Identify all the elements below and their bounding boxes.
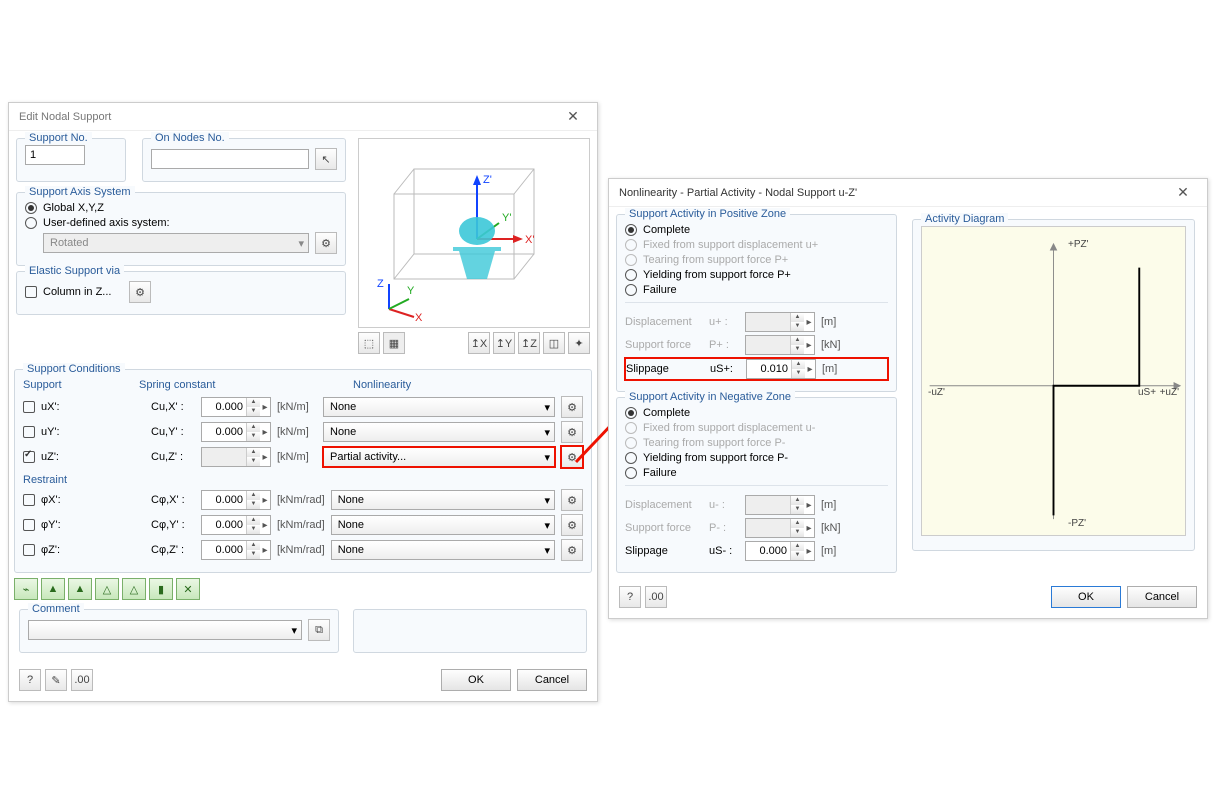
svg-text:X: X	[415, 312, 423, 324]
chk-uz[interactable]	[23, 451, 35, 463]
radio-global[interactable]: Global X,Y,Z	[25, 202, 337, 214]
comment-dropdown[interactable]: ▾	[28, 620, 302, 640]
close-icon[interactable]: ✕	[1165, 184, 1201, 201]
dialog-title: Edit Nodal Support	[19, 111, 111, 123]
r-fixed-n: Fixed from support displacement u-	[625, 422, 888, 434]
r-yield-n[interactable]: Yielding from support force P-	[625, 452, 888, 464]
group-positive: Support Activity in Positive Zone	[625, 208, 790, 220]
spin-disp-p: ▲▼▸	[745, 312, 815, 332]
chk-phiz[interactable]	[23, 544, 35, 556]
pick-nodes-icon[interactable]: ↖	[315, 148, 337, 170]
view-persp-icon[interactable]: ◫	[543, 332, 565, 354]
quick-free-icon[interactable]: ✕	[176, 578, 200, 600]
spin-cphiz[interactable]: ▲▼▸	[201, 540, 271, 560]
r-tear-p: Tearing from support force P+	[625, 254, 888, 266]
group-negative: Support Activity in Negative Zone	[625, 391, 795, 403]
nonlin-phiy-edit-icon[interactable]: ⚙	[561, 514, 583, 536]
quick-pinned-icon[interactable]: ▲	[41, 578, 65, 600]
spin-cphix[interactable]: ▲▼▸	[201, 490, 271, 510]
r-tear-n: Tearing from support force P-	[625, 437, 888, 449]
comment-pick-icon[interactable]: ⧉	[308, 619, 330, 641]
units-icon[interactable]: .00	[645, 586, 667, 608]
quick-pinned2-icon[interactable]: ▲	[68, 578, 92, 600]
chk-phix[interactable]	[23, 494, 35, 506]
group-supportno: Support No.	[25, 132, 92, 144]
r-failure-p[interactable]: Failure	[625, 284, 888, 296]
r-failure-n[interactable]: Failure	[625, 467, 888, 479]
r-complete-p[interactable]: Complete	[625, 224, 888, 236]
quick-wall-icon[interactable]: ▮	[149, 578, 173, 600]
spin-force-p: ▲▼▸	[745, 335, 815, 355]
activity-diagram: +PZ' -PZ' -uZ' +uZ' uS+	[921, 226, 1186, 536]
nonlin-ux-dropdown[interactable]: None▾	[323, 397, 555, 417]
r-complete-n[interactable]: Complete	[625, 407, 888, 419]
view-extra-icon[interactable]: ✦	[568, 332, 590, 354]
spin-slip-p[interactable]: ▲▼▸	[746, 359, 816, 379]
axis-options-icon[interactable]: ⚙	[315, 232, 337, 254]
view-iso-icon[interactable]: ⬚	[358, 332, 380, 354]
group-diagram: Activity Diagram	[921, 213, 1008, 225]
nonlin-phiy-dropdown[interactable]: None▾	[331, 515, 555, 535]
elastic-options-icon[interactable]: ⚙	[129, 281, 151, 303]
quick-roller2-icon[interactable]: △	[122, 578, 146, 600]
quick-type-bar: ⌁ ▲ ▲ △ △ ▮ ✕	[14, 578, 592, 600]
svg-text:Y: Y	[407, 285, 415, 297]
ok-button[interactable]: OK	[1051, 586, 1121, 608]
spin-cuy[interactable]: ▲▼▸	[201, 422, 271, 442]
units-icon[interactable]: .00	[71, 669, 93, 691]
dialog-title: Nonlinearity - Partial Activity - Nodal …	[619, 187, 857, 199]
on-nodes-input[interactable]	[151, 149, 309, 169]
quick-roller-icon[interactable]: △	[95, 578, 119, 600]
group-onnodes: On Nodes No.	[151, 132, 229, 144]
chk-uy[interactable]	[23, 426, 35, 438]
notes-icon[interactable]: ✎	[45, 669, 67, 691]
chk-ux[interactable]	[23, 401, 35, 413]
group-comment: Comment	[28, 603, 84, 615]
quick-spring-icon[interactable]: ⌁	[14, 578, 38, 600]
nonlin-uz-dropdown[interactable]: Partial activity...▾	[323, 447, 555, 467]
nonlin-phiz-dropdown[interactable]: None▾	[331, 540, 555, 560]
r-fixed-p: Fixed from support displacement u+	[625, 239, 888, 251]
spin-cuz: ▲▼▸	[201, 447, 271, 467]
view-y-icon[interactable]: ↥Y	[493, 332, 515, 354]
titlebar-edit-support: Edit Nodal Support ✕	[9, 103, 597, 131]
view-lock-icon[interactable]: ▦	[383, 332, 405, 354]
close-icon[interactable]: ✕	[555, 108, 591, 125]
userdef-dropdown: Rotated▾	[43, 233, 309, 253]
spin-force-n: ▲▼▸	[745, 518, 815, 538]
group-elastic: Elastic Support via	[25, 265, 124, 277]
svg-text:Z': Z'	[483, 174, 492, 186]
chk-column[interactable]	[25, 286, 37, 298]
cancel-button[interactable]: Cancel	[1127, 586, 1197, 608]
svg-text:Z: Z	[377, 278, 384, 290]
ok-button[interactable]: OK	[441, 669, 511, 691]
help-icon[interactable]: ?	[619, 586, 641, 608]
view-z-icon[interactable]: ↥Z	[518, 332, 540, 354]
view-x-icon[interactable]: ↥X	[468, 332, 490, 354]
spin-cux[interactable]: ▲▼▸	[201, 397, 271, 417]
nonlin-phix-edit-icon[interactable]: ⚙	[561, 489, 583, 511]
support-no-input[interactable]	[25, 145, 85, 165]
help-icon[interactable]: ?	[19, 669, 41, 691]
chk-phiy[interactable]	[23, 519, 35, 531]
svg-text:Y': Y'	[502, 212, 511, 224]
group-conditions: Support Conditions	[23, 363, 125, 375]
spin-disp-n: ▲▼▸	[745, 495, 815, 515]
svg-text:X': X'	[525, 234, 534, 246]
nonlin-phix-dropdown[interactable]: None▾	[331, 490, 555, 510]
radio-userdef[interactable]: User-defined axis system:	[25, 217, 337, 229]
cancel-button[interactable]: Cancel	[517, 669, 587, 691]
spin-slip-n[interactable]: ▲▼▸	[745, 541, 815, 561]
preview-3d: Z' X' Y' Z X Y	[358, 138, 590, 328]
spin-cphiy[interactable]: ▲▼▸	[201, 515, 271, 535]
nonlin-uy-dropdown[interactable]: None▾	[323, 422, 555, 442]
titlebar-nonlinearity: Nonlinearity - Partial Activity - Nodal …	[609, 179, 1207, 207]
r-yield-p[interactable]: Yielding from support force P+	[625, 269, 888, 281]
nonlin-phiz-edit-icon[interactable]: ⚙	[561, 539, 583, 561]
group-axis: Support Axis System	[25, 186, 135, 198]
